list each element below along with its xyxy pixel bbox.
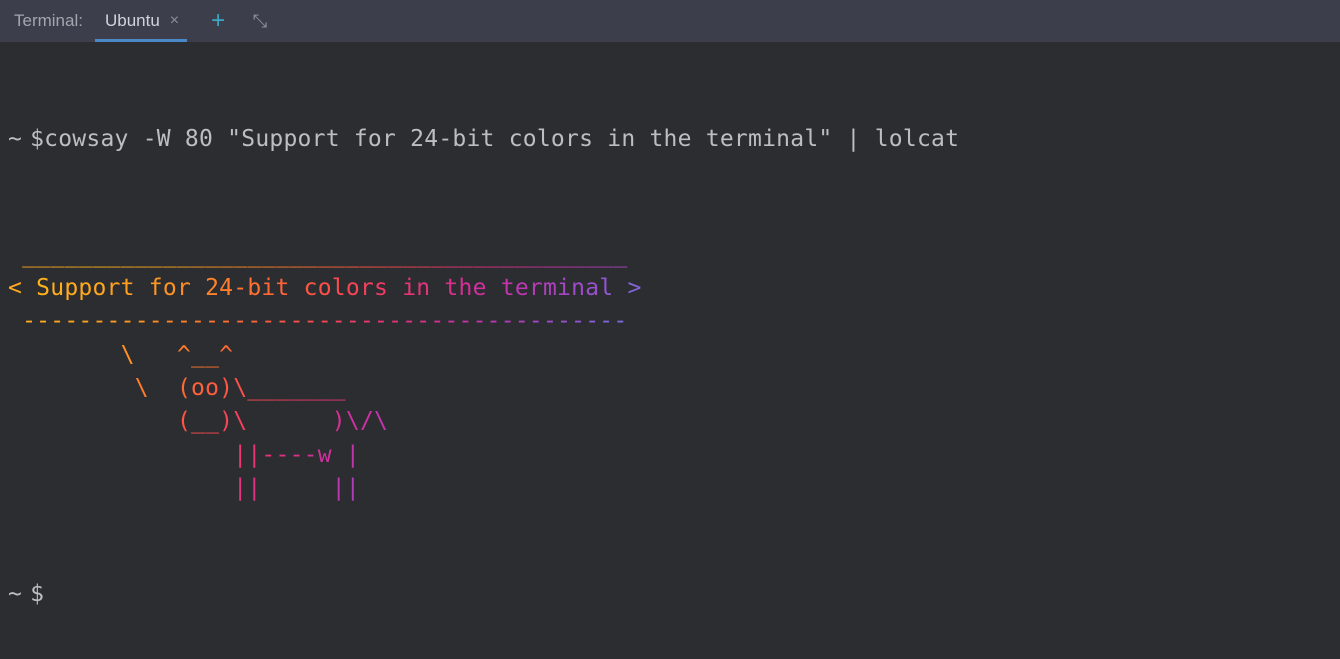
- terminal-tab-bar: Terminal: Ubuntu × + ⤢: [0, 0, 1340, 42]
- prompt-dollar: $: [30, 581, 44, 607]
- terminal-title-prefix: Terminal:: [14, 11, 85, 31]
- close-icon[interactable]: ×: [168, 12, 181, 30]
- prompt-line-2: ~$: [8, 578, 1332, 611]
- output-line: (__)\ )\/\: [8, 405, 1332, 438]
- prompt-tilde: ~: [8, 581, 22, 607]
- terminal-tab-ubuntu[interactable]: Ubuntu ×: [91, 0, 191, 42]
- output-line: \ ^__^: [8, 339, 1332, 372]
- command-output: ________________________________________…: [8, 239, 1332, 506]
- prompt-line-1: ~ $cowsay -W 80 "Support for 24-bit color…: [8, 123, 1332, 156]
- output-line: < Support for 24-bit colors in the termi…: [8, 272, 1332, 305]
- tab-label: Ubuntu: [105, 11, 160, 31]
- new-tab-icon[interactable]: +: [197, 9, 239, 33]
- terminal-viewport[interactable]: ~$cowsay -W 80 "Support for 24-bit color…: [0, 42, 1340, 659]
- output-line: \ (oo)\_______: [8, 372, 1332, 405]
- output-line: ----------------------------------------…: [8, 305, 1332, 338]
- prompt-tilde: ~: [8, 126, 22, 152]
- output-line: || ||: [8, 472, 1332, 505]
- output-line: ________________________________________…: [8, 239, 1332, 272]
- entered-command: cowsay -W 80 "Support for 24-bit colors …: [44, 126, 959, 152]
- prompt-dollar: $: [30, 126, 44, 152]
- expand-icon[interactable]: ⤢: [245, 11, 275, 32]
- output-line: ||----w |: [8, 439, 1332, 472]
